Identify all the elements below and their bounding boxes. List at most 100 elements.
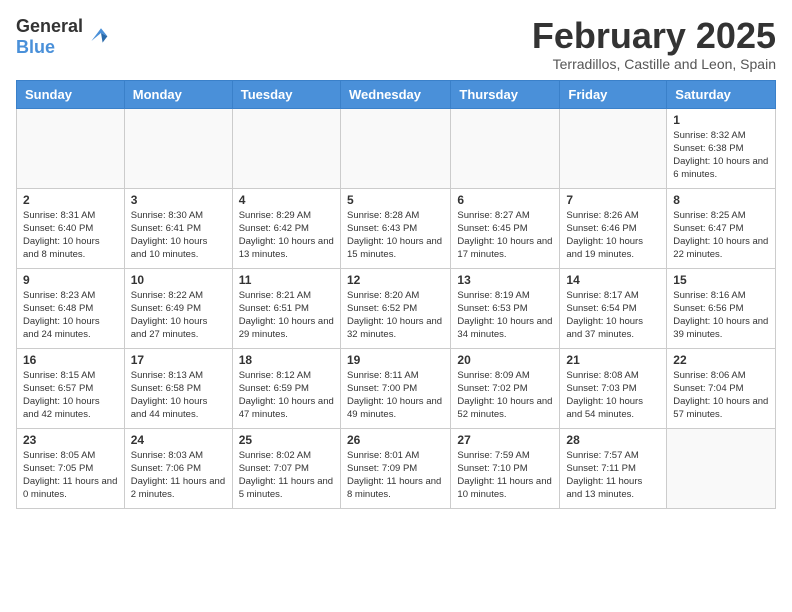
day-info: Sunrise: 8:06 AM Sunset: 7:04 PM Dayligh… [673, 369, 769, 422]
table-row: 25 Sunrise: 8:02 AM Sunset: 7:07 PM Dayli… [232, 428, 340, 508]
day-info: Sunrise: 8:09 AM Sunset: 7:02 PM Dayligh… [457, 369, 553, 422]
table-row: 8Sunrise: 8:25 AM Sunset: 6:47 PM Daylig… [667, 188, 776, 268]
day-number: 15 [673, 273, 769, 287]
day-info: Sunrise: 8:11 AM Sunset: 7:00 PM Dayligh… [347, 369, 444, 422]
logo: General Blue [16, 16, 109, 58]
table-row: 14Sunrise: 8:17 AM Sunset: 6:54 PM Dayli… [560, 268, 667, 348]
day-info: Sunrise: 8:12 AM Sunset: 6:59 PM Dayligh… [239, 369, 334, 422]
day-info: Sunrise: 8:15 AM Sunset: 6:57 PM Dayligh… [23, 369, 118, 422]
day-info: Sunrise: 8:30 AM Sunset: 6:41 PM Dayligh… [131, 209, 226, 262]
table-row: 11 Sunrise: 8:21 AM Sunset: 6:51 PM Dayli… [232, 268, 340, 348]
day-info: Sunrise: 8:28 AM Sunset: 6:43 PM Dayligh… [347, 209, 444, 262]
calendar-week-row: 9Sunrise: 8:23 AM Sunset: 6:48 PM Daylig… [17, 268, 776, 348]
day-number: 19 [347, 353, 444, 367]
day-number: 9 [23, 273, 118, 287]
table-row: 2 Sunrise: 8:31 AM Sunset: 6:40 PM Daylig… [17, 188, 125, 268]
day-info: Sunrise: 7:57 AM Sunset: 7:11 PM Dayligh… [566, 449, 660, 502]
header: General Blue February 2025 Terradillos, … [16, 16, 776, 72]
col-wednesday: Wednesday [340, 80, 450, 108]
day-number: 20 [457, 353, 553, 367]
day-number: 13 [457, 273, 553, 287]
table-row: 5 Sunrise: 8:28 AM Sunset: 6:43 PM Daylig… [340, 188, 450, 268]
table-row: 4 Sunrise: 8:29 AM Sunset: 6:42 PM Daylig… [232, 188, 340, 268]
table-row: 24Sunrise: 8:03 AM Sunset: 7:06 PM Dayli… [124, 428, 232, 508]
day-info: Sunrise: 8:17 AM Sunset: 6:54 PM Dayligh… [566, 289, 660, 342]
day-info: Sunrise: 8:02 AM Sunset: 7:07 PM Dayligh… [239, 449, 334, 502]
col-monday: Monday [124, 80, 232, 108]
day-info: Sunrise: 8:16 AM Sunset: 6:56 PM Dayligh… [673, 289, 769, 342]
table-row [560, 108, 667, 188]
table-row [232, 108, 340, 188]
table-row: 20 Sunrise: 8:09 AM Sunset: 7:02 PM Dayli… [451, 348, 560, 428]
table-row: 9Sunrise: 8:23 AM Sunset: 6:48 PM Daylig… [17, 268, 125, 348]
day-number: 7 [566, 193, 660, 207]
day-number: 8 [673, 193, 769, 207]
day-info: Sunrise: 8:32 AM Sunset: 6:38 PM Dayligh… [673, 129, 769, 182]
table-row [667, 428, 776, 508]
logo-general: General [16, 16, 83, 36]
col-friday: Friday [560, 80, 667, 108]
day-info: Sunrise: 8:26 AM Sunset: 6:46 PM Dayligh… [566, 209, 660, 262]
table-row: 18 Sunrise: 8:12 AM Sunset: 6:59 PM Dayli… [232, 348, 340, 428]
table-row: 26 Sunrise: 8:01 AM Sunset: 7:09 PM Dayli… [340, 428, 450, 508]
table-row: 19 Sunrise: 8:11 AM Sunset: 7:00 PM Dayli… [340, 348, 450, 428]
day-info: Sunrise: 8:03 AM Sunset: 7:06 PM Dayligh… [131, 449, 226, 502]
table-row [451, 108, 560, 188]
calendar-header-row: Sunday Monday Tuesday Wednesday Thursday… [17, 80, 776, 108]
table-row: 27 Sunrise: 7:59 AM Sunset: 7:10 PM Dayli… [451, 428, 560, 508]
location-subtitle: Terradillos, Castille and Leon, Spain [532, 56, 776, 72]
table-row: 22Sunrise: 8:06 AM Sunset: 7:04 PM Dayli… [667, 348, 776, 428]
day-info: Sunrise: 8:08 AM Sunset: 7:03 PM Dayligh… [566, 369, 660, 422]
table-row: 23 Sunrise: 8:05 AM Sunset: 7:05 PM Dayli… [17, 428, 125, 508]
table-row [340, 108, 450, 188]
table-row: 17Sunrise: 8:13 AM Sunset: 6:58 PM Dayli… [124, 348, 232, 428]
day-number: 18 [239, 353, 334, 367]
logo-blue: Blue [16, 37, 55, 57]
day-number: 26 [347, 433, 444, 447]
calendar-week-row: 2 Sunrise: 8:31 AM Sunset: 6:40 PM Daylig… [17, 188, 776, 268]
day-info: Sunrise: 8:01 AM Sunset: 7:09 PM Dayligh… [347, 449, 444, 502]
day-number: 23 [23, 433, 118, 447]
month-year-title: February 2025 [532, 16, 776, 56]
logo-icon [85, 25, 109, 49]
day-number: 28 [566, 433, 660, 447]
day-number: 16 [23, 353, 118, 367]
day-number: 1 [673, 113, 769, 127]
col-thursday: Thursday [451, 80, 560, 108]
day-number: 5 [347, 193, 444, 207]
day-number: 2 [23, 193, 118, 207]
calendar-week-row: 16 Sunrise: 8:15 AM Sunset: 6:57 PM Dayli… [17, 348, 776, 428]
day-info: Sunrise: 8:19 AM Sunset: 6:53 PM Dayligh… [457, 289, 553, 342]
table-row: 16 Sunrise: 8:15 AM Sunset: 6:57 PM Dayli… [17, 348, 125, 428]
day-info: Sunrise: 8:21 AM Sunset: 6:51 PM Dayligh… [239, 289, 334, 342]
col-tuesday: Tuesday [232, 80, 340, 108]
day-number: 21 [566, 353, 660, 367]
day-number: 27 [457, 433, 553, 447]
day-info: Sunrise: 8:20 AM Sunset: 6:52 PM Dayligh… [347, 289, 444, 342]
table-row: 1 Sunrise: 8:32 AM Sunset: 6:38 PM Daylig… [667, 108, 776, 188]
table-row: 28 Sunrise: 7:57 AM Sunset: 7:11 PM Dayli… [560, 428, 667, 508]
day-number: 10 [131, 273, 226, 287]
col-sunday: Sunday [17, 80, 125, 108]
table-row: 7 Sunrise: 8:26 AM Sunset: 6:46 PM Daylig… [560, 188, 667, 268]
day-info: Sunrise: 8:31 AM Sunset: 6:40 PM Dayligh… [23, 209, 118, 262]
table-row: 3Sunrise: 8:30 AM Sunset: 6:41 PM Daylig… [124, 188, 232, 268]
day-info: Sunrise: 8:29 AM Sunset: 6:42 PM Dayligh… [239, 209, 334, 262]
day-number: 11 [239, 273, 334, 287]
day-number: 17 [131, 353, 226, 367]
page-container: General Blue February 2025 Terradillos, … [0, 0, 792, 517]
day-info: Sunrise: 8:27 AM Sunset: 6:45 PM Dayligh… [457, 209, 553, 262]
col-saturday: Saturday [667, 80, 776, 108]
day-info: Sunrise: 8:05 AM Sunset: 7:05 PM Dayligh… [23, 449, 118, 502]
table-row [17, 108, 125, 188]
day-number: 4 [239, 193, 334, 207]
table-row: 15 Sunrise: 8:16 AM Sunset: 6:56 PM Dayli… [667, 268, 776, 348]
table-row: 21 Sunrise: 8:08 AM Sunset: 7:03 PM Dayli… [560, 348, 667, 428]
day-info: Sunrise: 7:59 AM Sunset: 7:10 PM Dayligh… [457, 449, 553, 502]
calendar-table: Sunday Monday Tuesday Wednesday Thursday… [16, 80, 776, 509]
calendar-week-row: 23 Sunrise: 8:05 AM Sunset: 7:05 PM Dayli… [17, 428, 776, 508]
day-number: 25 [239, 433, 334, 447]
title-section: February 2025 Terradillos, Castille and … [532, 16, 776, 72]
table-row: 10Sunrise: 8:22 AM Sunset: 6:49 PM Dayli… [124, 268, 232, 348]
table-row: 13 Sunrise: 8:19 AM Sunset: 6:53 PM Dayli… [451, 268, 560, 348]
